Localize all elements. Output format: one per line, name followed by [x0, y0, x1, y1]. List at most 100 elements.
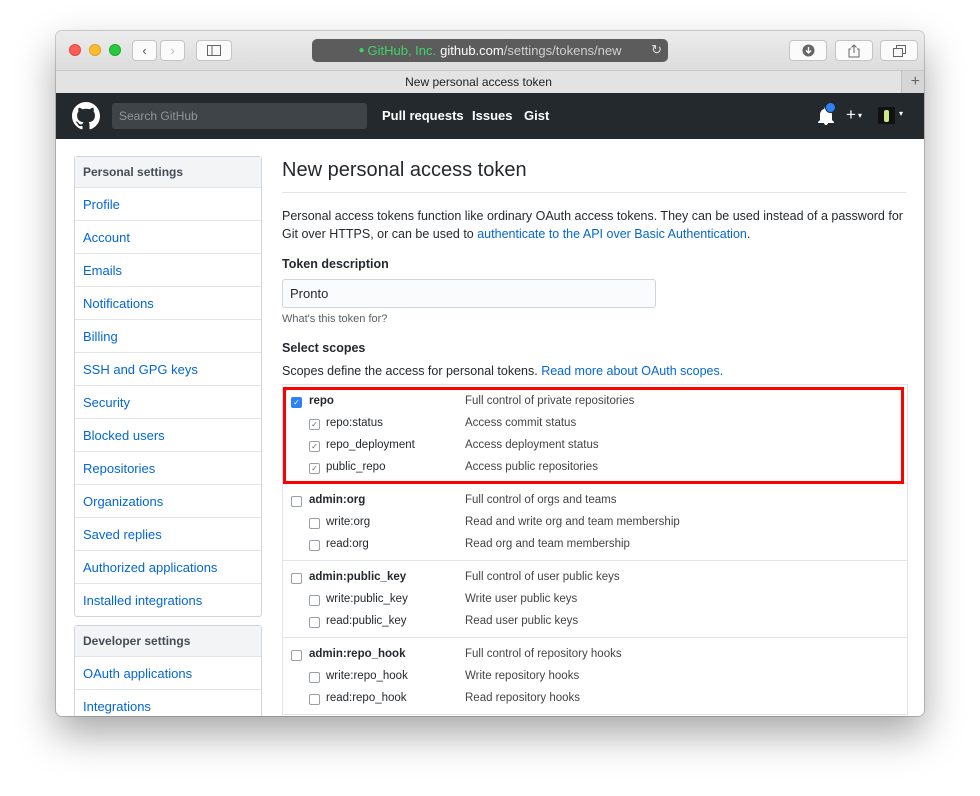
scope-checkbox-admin-org[interactable] — [291, 496, 302, 507]
address-path: /settings/tokens/new — [503, 43, 622, 58]
download-icon — [802, 44, 814, 57]
sidebar-item-notifications[interactable]: Notifications — [75, 287, 261, 320]
avatar[interactable] — [878, 107, 895, 124]
scope-checkbox-write-org[interactable] — [309, 518, 320, 529]
oauth-scopes-link[interactable]: Read more about OAuth scopes. — [541, 364, 723, 378]
personal-settings-menu: Personal settings Profile Account Emails… — [74, 156, 262, 617]
scope-checkbox-admin-repo-hook[interactable] — [291, 650, 302, 661]
scope-checkbox-write-repo-hook[interactable] — [309, 672, 320, 683]
scope-group-admin-public-key: admin:public_key Full control of user pub… — [283, 561, 907, 638]
sidebar-item-emails[interactable]: Emails — [75, 254, 261, 287]
caret-down-icon: ▾ — [857, 111, 862, 121]
sidebar-item-security[interactable]: Security — [75, 386, 261, 419]
downloads-button[interactable] — [789, 40, 827, 61]
scope-checkbox-repo-deployment[interactable]: ✓ — [309, 441, 320, 452]
scope-group-admin-repo-hook: admin:repo_hook Full control of repositor… — [283, 638, 907, 715]
scope-row-public-repo: ✓ public_repo Access public repositories — [283, 457, 907, 479]
sidebar-item-saved-replies[interactable]: Saved replies — [75, 518, 261, 551]
scope-description: Full control of repository hooks — [465, 648, 622, 660]
sidebar-item-installed-integrations[interactable]: Installed integrations — [75, 584, 261, 616]
sidebar-toggle-button[interactable] — [196, 40, 232, 61]
share-button[interactable] — [835, 40, 873, 61]
scope-group-repo: ✓ repo Full control of private repositorie… — [283, 385, 907, 484]
reload-icon[interactable]: ↻ — [651, 42, 662, 58]
select-scopes-label: Select scopes — [282, 341, 366, 355]
nav-gist[interactable]: Gist — [524, 108, 549, 123]
github-header: Search GitHub Pull requests Issues Gist … — [56, 93, 924, 139]
forward-button[interactable]: › — [160, 40, 185, 61]
scope-row-read-repo-hook: read:repo_hook Read repository hooks — [283, 688, 907, 710]
scope-row-admin-org: admin:org Full control of orgs and teams — [283, 490, 907, 512]
sidebar-item-authorized-applications[interactable]: Authorized applications — [75, 551, 261, 584]
token-description-input[interactable]: Pronto — [282, 279, 656, 308]
scope-name: read:public_key — [326, 615, 407, 627]
scopes-intro-text: Scopes define the access for personal to… — [282, 364, 542, 378]
sidebar-item-repositories[interactable]: Repositories — [75, 452, 261, 485]
chevron-left-icon: ‹ — [142, 43, 147, 58]
sidebar-item-account[interactable]: Account — [75, 221, 261, 254]
scope-description: Write repository hooks — [465, 670, 580, 682]
scope-description: Full control of private repositories — [465, 395, 635, 407]
scope-description: Read org and team membership — [465, 538, 630, 550]
scope-name: write:repo_hook — [326, 670, 408, 682]
scope-description: Access deployment status — [465, 439, 599, 451]
caret-down-icon[interactable]: ▾ — [899, 109, 903, 118]
scope-row-write-public-key: write:public_key Write user public keys — [283, 589, 907, 611]
token-description-value: Pronto — [290, 286, 329, 301]
zoom-window-button[interactable] — [109, 44, 121, 56]
scopes-intro: Scopes define the access for personal to… — [282, 364, 723, 378]
scope-name: write:org — [326, 516, 371, 528]
sidebar-item-billing[interactable]: Billing — [75, 320, 261, 353]
scope-description: Read repository hooks — [465, 692, 581, 704]
scope-checkbox-read-repo-hook[interactable] — [309, 694, 320, 705]
chevron-right-icon: › — [170, 43, 175, 58]
github-logo-icon[interactable] — [72, 102, 100, 130]
sidebar-item-blocked-users[interactable]: Blocked users — [75, 419, 261, 452]
scope-row-repo-deployment: ✓ repo_deployment Access deployment status — [283, 435, 907, 457]
sidebar-item-oauth-applications[interactable]: OAuth applications — [75, 657, 261, 690]
sidebar-item-profile[interactable]: Profile — [75, 188, 261, 221]
api-auth-link[interactable]: authenticate to the API over Basic Authe… — [477, 227, 747, 241]
scope-checkbox-admin-public-key[interactable] — [291, 573, 302, 584]
scope-row-write-repo-hook: write:repo_hook Write repository hooks — [283, 666, 907, 688]
lock-icon: ● — [358, 45, 365, 56]
token-description-label: Token description — [282, 257, 389, 271]
share-icon — [848, 43, 860, 57]
scope-checkbox-read-org[interactable] — [309, 540, 320, 551]
tabs-overview-button[interactable] — [880, 40, 918, 61]
browser-window: ‹ › ● GitHub, Inc. github.com/settings/t… — [56, 31, 924, 716]
new-tab-icon[interactable]: + — [911, 73, 920, 91]
minimize-window-button[interactable] — [89, 44, 101, 56]
scope-name: repo:status — [326, 417, 383, 429]
address-bar[interactable]: ● GitHub, Inc. github.com/settings/token… — [312, 39, 668, 62]
notification-indicator — [825, 102, 836, 113]
sidebar-item-integrations[interactable]: Integrations — [75, 690, 261, 716]
tab-title: New personal access token — [405, 75, 552, 89]
scope-name: public_repo — [326, 461, 386, 473]
scope-row-read-public-key: read:public_key Read user public keys — [283, 611, 907, 633]
scope-name: admin:public_key — [309, 571, 407, 583]
sidebar-item-organizations[interactable]: Organizations — [75, 485, 261, 518]
create-new-menu[interactable]: + ▾ — [846, 105, 862, 125]
scope-checkbox-repo[interactable]: ✓ — [291, 397, 302, 408]
nav-pull-requests[interactable]: Pull requests — [382, 108, 464, 123]
back-button[interactable]: ‹ — [132, 40, 157, 61]
scope-checkbox-public-repo[interactable]: ✓ — [309, 463, 320, 474]
close-window-button[interactable] — [69, 44, 81, 56]
tab-active[interactable]: New personal access token — [56, 71, 902, 93]
search-placeholder: Search GitHub — [119, 109, 198, 123]
scope-name: read:org — [326, 538, 369, 550]
sidebar-item-ssh-gpg-keys[interactable]: SSH and GPG keys — [75, 353, 261, 386]
scope-description: Full control of user public keys — [465, 571, 620, 583]
search-input[interactable]: Search GitHub — [112, 103, 367, 129]
scope-checkbox-repo-status[interactable]: ✓ — [309, 419, 320, 430]
scope-checkbox-write-public-key[interactable] — [309, 595, 320, 606]
scope-checkbox-read-public-key[interactable] — [309, 617, 320, 628]
scope-description: Full control of orgs and teams — [465, 494, 617, 506]
nav-issues[interactable]: Issues — [472, 108, 512, 123]
scope-name: admin:repo_hook — [309, 648, 406, 660]
scope-row-write-org: write:org Read and write org and team mem… — [283, 512, 907, 534]
scope-row-admin-repo-hook: admin:repo_hook Full control of repositor… — [283, 644, 907, 666]
scope-description: Access commit status — [465, 417, 577, 429]
token-description-hint: What's this token for? — [282, 313, 388, 325]
